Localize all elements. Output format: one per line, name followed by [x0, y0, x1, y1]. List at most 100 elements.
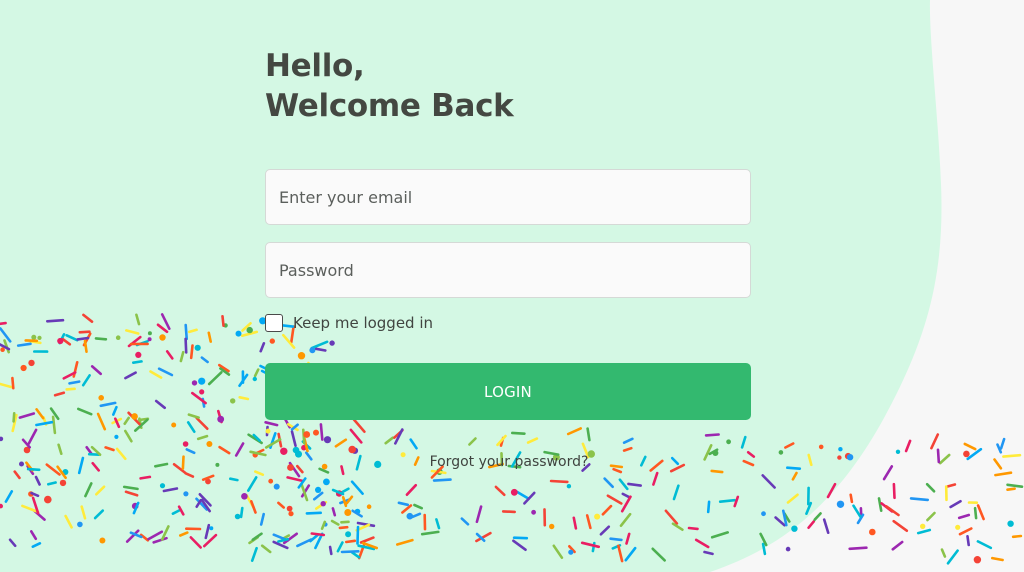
confetti-sprinkle	[139, 475, 152, 480]
confetti-sprinkle	[999, 437, 1006, 450]
confetti-dot	[955, 524, 961, 530]
confetti-sprinkle	[356, 525, 360, 545]
email-input[interactable]	[265, 169, 751, 225]
password-input[interactable]	[265, 242, 751, 298]
confetti-sprinkle	[882, 465, 894, 481]
confetti-dot	[77, 521, 83, 528]
confetti-sprinkle	[510, 431, 526, 436]
confetti-sprinkle	[940, 548, 947, 558]
confetti-sprinkle	[78, 330, 91, 334]
confetti-dot	[273, 483, 280, 490]
confetti-sprinkle	[65, 387, 76, 391]
confetti-dot	[1007, 520, 1014, 527]
confetti-sprinkle	[76, 336, 90, 341]
confetti-dot	[147, 337, 152, 342]
confetti-sprinkle	[849, 493, 854, 504]
confetti-dot	[269, 338, 275, 344]
confetti-dot	[198, 377, 206, 385]
confetti-sprinkle	[957, 513, 971, 520]
confetti-sprinkle	[946, 483, 957, 488]
confetti-sprinkle	[229, 477, 239, 482]
confetti-dot	[288, 511, 294, 517]
forgot-password-link[interactable]: Forgot your password?	[424, 452, 594, 472]
confetti-sprinkle	[11, 376, 15, 390]
confetti-sprinkle	[83, 339, 88, 354]
confetti-dot	[98, 395, 104, 401]
login-button[interactable]: LOGIN	[265, 363, 751, 420]
confetti-sprinkle	[609, 464, 624, 469]
confetti-sprinkle	[340, 520, 350, 524]
confetti-dot	[131, 413, 138, 420]
confetti-sprinkle	[966, 534, 971, 547]
confetti-dot	[568, 549, 574, 555]
confetti-sprinkle	[51, 415, 57, 435]
confetti-dot	[785, 546, 791, 552]
confetti-dot	[57, 337, 64, 345]
confetti-sprinkle	[936, 448, 941, 464]
confetti-dot	[217, 415, 225, 423]
confetti-sprinkle	[68, 380, 81, 385]
confetti-dot	[171, 422, 177, 428]
confetti-sprinkle	[305, 511, 323, 515]
confetti-dot	[268, 478, 274, 484]
confetti-sprinkle	[687, 526, 699, 531]
confetti-sprinkle	[916, 528, 932, 535]
confetti-sprinkle	[785, 466, 802, 471]
confetti-sprinkle	[704, 433, 720, 437]
confetti-dot	[510, 488, 518, 496]
confetti-sprinkle	[586, 427, 591, 442]
confetti-sprinkle	[930, 433, 940, 450]
keep-logged-in-checkbox[interactable]	[265, 314, 283, 332]
confetti-sprinkle	[87, 452, 101, 457]
confetti-sprinkle	[976, 540, 993, 550]
confetti-dot	[374, 460, 382, 468]
confetti-dot	[280, 447, 288, 455]
confetti-sprinkle	[331, 507, 337, 517]
confetti-dot	[778, 450, 784, 455]
confetti-dot	[594, 513, 601, 520]
confetti-dot	[366, 504, 372, 510]
confetti-sprinkle	[993, 458, 1003, 470]
confetti-sprinkle	[132, 360, 143, 365]
confetti-sprinkle	[16, 342, 32, 347]
confetti-sprinkle	[12, 411, 16, 423]
confetti-dot	[209, 526, 214, 531]
keep-logged-in-label: Keep me logged in	[293, 314, 434, 332]
confetti-sprinkle	[949, 499, 962, 509]
confetti-dot	[549, 523, 555, 530]
confetti-dot	[323, 478, 330, 486]
confetti-sprinkle	[1006, 487, 1016, 492]
confetti-sprinkle	[184, 323, 188, 341]
confetti-dot	[321, 463, 328, 470]
confetti-dot	[182, 441, 189, 447]
confetti-sprinkle	[181, 455, 185, 470]
confetti-dot	[345, 531, 352, 538]
keep-logged-in-row[interactable]: Keep me logged in	[265, 314, 433, 332]
confetti-sprinkle	[963, 442, 977, 451]
confetti-dot	[147, 331, 152, 336]
confetti-sprinkle	[314, 347, 327, 352]
confetti-dot	[869, 528, 876, 536]
confetti-dot	[19, 461, 24, 467]
confetti-dot	[303, 431, 311, 438]
confetti-dot	[215, 462, 220, 467]
confetti-sprinkle	[1006, 483, 1024, 489]
confetti-dot	[963, 450, 970, 458]
confetti-dot	[159, 483, 166, 489]
confetti-sprinkle	[891, 540, 904, 551]
confetti-dot	[761, 511, 766, 517]
confetti-sprinkle	[807, 520, 816, 530]
confetti-sprinkle	[45, 318, 65, 323]
confetti-dot	[20, 364, 27, 372]
confetti-dot	[234, 513, 241, 520]
confetti-sprinkle	[848, 546, 868, 551]
welcome-heading: Hello, Welcome Back	[265, 46, 514, 126]
confetti-sprinkle	[892, 519, 909, 533]
confetti-sprinkle	[221, 314, 225, 328]
confetti-sprinkle	[0, 321, 7, 326]
confetti-sprinkle	[938, 453, 951, 465]
confetti-dot	[135, 351, 142, 358]
confetti-dot	[194, 344, 201, 351]
confetti-dot	[818, 444, 824, 450]
confetti-dot	[159, 334, 166, 341]
